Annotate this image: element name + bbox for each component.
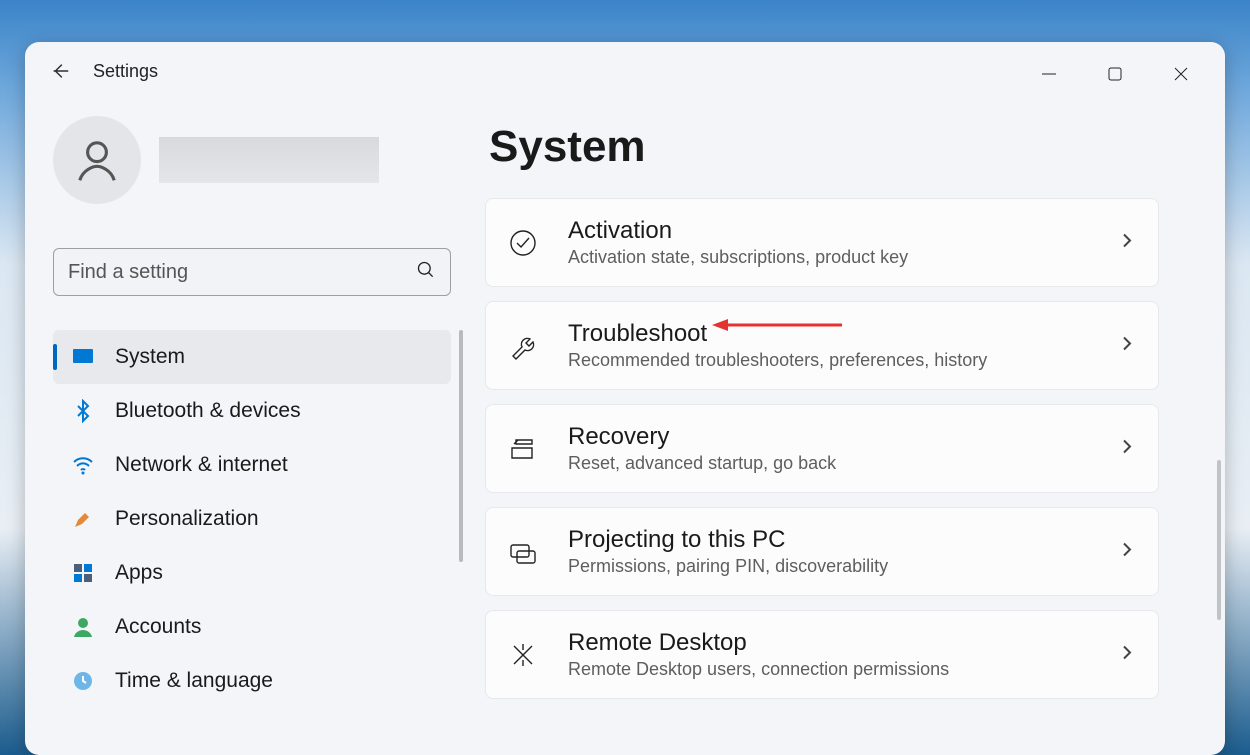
sidebar-item-label: Time & language	[115, 669, 273, 693]
app-title: Settings	[93, 61, 158, 82]
card-subtitle: Reset, advanced startup, go back	[568, 453, 836, 474]
wrench-icon	[506, 329, 540, 363]
sidebar-item-apps[interactable]: Apps	[53, 546, 451, 600]
search-field[interactable]	[68, 261, 408, 284]
card-title: Recovery	[568, 423, 836, 451]
main-scrollbar[interactable]	[1217, 460, 1221, 620]
card-recovery[interactable]: Recovery Reset, advanced startup, go bac…	[485, 404, 1159, 493]
brush-icon	[71, 507, 95, 531]
sidebar-item-label: Personalization	[115, 507, 259, 531]
window-controls	[1005, 42, 1225, 106]
sidebar-item-label: Apps	[115, 561, 163, 585]
system-icon	[71, 345, 95, 369]
profile-section[interactable]	[53, 116, 465, 204]
sidebar-item-network[interactable]: Network & internet	[53, 438, 451, 492]
sidebar: System Bluetooth & devices Network & int…	[25, 100, 485, 755]
search-icon	[416, 260, 436, 285]
card-subtitle: Permissions, pairing PIN, discoverabilit…	[568, 556, 888, 577]
card-projecting[interactable]: Projecting to this PC Permissions, pairi…	[485, 507, 1159, 596]
chevron-right-icon	[1118, 334, 1136, 357]
sidebar-item-label: Network & internet	[115, 453, 288, 477]
sidebar-scrollbar[interactable]	[459, 330, 463, 562]
projecting-icon	[506, 535, 540, 569]
card-activation[interactable]: Activation Activation state, subscriptio…	[485, 198, 1159, 287]
sidebar-item-label: System	[115, 345, 185, 369]
chevron-right-icon	[1118, 643, 1136, 666]
sidebar-item-label: Bluetooth & devices	[115, 399, 301, 423]
back-button[interactable]	[43, 54, 77, 88]
card-title: Activation	[568, 217, 908, 245]
close-button[interactable]	[1165, 58, 1197, 90]
settings-window: Settings System	[25, 42, 1225, 755]
sidebar-item-label: Accounts	[115, 615, 201, 639]
profile-name-redacted	[159, 137, 379, 183]
remote-desktop-icon	[506, 638, 540, 672]
avatar	[53, 116, 141, 204]
sidebar-item-bluetooth[interactable]: Bluetooth & devices	[53, 384, 451, 438]
card-subtitle: Remote Desktop users, connection permiss…	[568, 659, 949, 680]
accounts-icon	[71, 615, 95, 639]
clock-icon	[71, 669, 95, 693]
settings-cards: Activation Activation state, subscriptio…	[485, 198, 1159, 699]
minimize-button[interactable]	[1033, 58, 1065, 90]
sidebar-item-accounts[interactable]: Accounts	[53, 600, 451, 654]
card-remote-desktop[interactable]: Remote Desktop Remote Desktop users, con…	[485, 610, 1159, 699]
sidebar-nav: System Bluetooth & devices Network & int…	[53, 330, 451, 708]
chevron-right-icon	[1118, 437, 1136, 460]
wifi-icon	[71, 453, 95, 477]
apps-icon	[71, 561, 95, 585]
sidebar-item-personalization[interactable]: Personalization	[53, 492, 451, 546]
chevron-right-icon	[1118, 540, 1136, 563]
card-title: Troubleshoot	[568, 320, 987, 348]
search-input[interactable]	[53, 248, 451, 296]
card-subtitle: Activation state, subscriptions, product…	[568, 247, 908, 268]
titlebar: Settings	[25, 42, 1225, 100]
card-title: Remote Desktop	[568, 629, 949, 657]
sidebar-item-time[interactable]: Time & language	[53, 654, 451, 708]
main-content: System Activation Activation state, subs…	[485, 100, 1225, 755]
card-subtitle: Recommended troubleshooters, preferences…	[568, 350, 987, 371]
card-title: Projecting to this PC	[568, 526, 888, 554]
recovery-icon	[506, 432, 540, 466]
bluetooth-icon	[71, 399, 95, 423]
sidebar-item-system[interactable]: System	[53, 330, 451, 384]
check-circle-icon	[506, 226, 540, 260]
maximize-button[interactable]	[1099, 58, 1131, 90]
card-troubleshoot[interactable]: Troubleshoot Recommended troubleshooters…	[485, 301, 1159, 390]
chevron-right-icon	[1118, 231, 1136, 254]
page-title: System	[489, 122, 1197, 172]
